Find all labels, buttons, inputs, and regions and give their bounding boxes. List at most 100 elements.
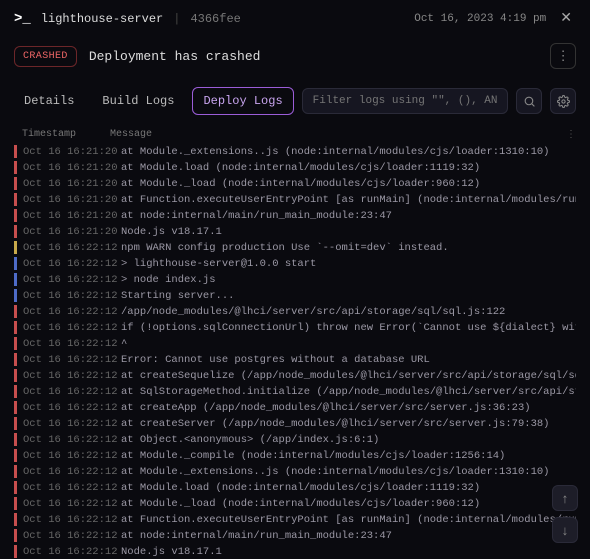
severity-stripe (14, 513, 17, 526)
log-row[interactable]: Oct 16 16:22:12 at Module._extensions..js… (14, 464, 576, 480)
log-message: if (!options.sqlConnectionUrl) throw new… (121, 321, 576, 335)
severity-stripe (14, 225, 17, 238)
log-row[interactable]: Oct 16 16:22:12Node.js v18.17.1 (14, 544, 576, 559)
log-message: /app/node_modules/@lhci/server/src/api/s… (121, 305, 576, 319)
log-row[interactable]: Oct 16 16:22:12 > node index.js (14, 272, 576, 288)
log-message: at Function.executeUserEntryPoint [as ru… (121, 513, 576, 527)
log-row[interactable]: Oct 16 16:22:12 at node:internal/main/run… (14, 528, 576, 544)
scroll-up-button[interactable]: ↑ (552, 485, 578, 511)
log-timestamp: Oct 16 16:22:12 (23, 401, 115, 415)
severity-stripe (14, 337, 17, 350)
log-timestamp: Oct 16 16:22:12 (23, 481, 115, 495)
log-message: at Module.load (node:internal/modules/cj… (121, 161, 576, 175)
tab-deploy-logs[interactable]: Deploy Logs (192, 87, 293, 115)
divider: | (173, 12, 180, 26)
log-message: Starting server... (121, 289, 576, 303)
severity-stripe (14, 193, 17, 206)
log-timestamp: Oct 16 16:22:12 (23, 497, 115, 511)
log-row[interactable]: Oct 16 16:22:12at Function.executeUserEn… (14, 512, 576, 528)
log-message: Node.js v18.17.1 (121, 225, 576, 239)
severity-stripe (14, 273, 17, 286)
log-row[interactable]: Oct 16 16:22:12/app/node_modules/@lhci/s… (14, 304, 576, 320)
tab-build-logs[interactable]: Build Logs (92, 88, 184, 114)
log-row[interactable]: Oct 16 16:21:20at Module.load (node:inte… (14, 160, 576, 176)
tabs-row: Details Build Logs Deploy Logs (0, 81, 590, 125)
log-timestamp: Oct 16 16:22:12 (23, 529, 115, 543)
search-button[interactable] (516, 88, 542, 114)
log-message: Node.js v18.17.1 (121, 545, 576, 559)
log-message: > node index.js (121, 273, 576, 287)
severity-stripe (14, 241, 17, 254)
log-row[interactable]: Oct 16 16:21:20at Module._extensions..js… (14, 144, 576, 160)
scroll-down-button[interactable]: ↓ (552, 517, 578, 543)
log-message: at SqlStorageMethod.initialize (/app/nod… (121, 385, 576, 399)
severity-stripe (14, 369, 17, 382)
server-name[interactable]: lighthouse-server (41, 12, 163, 26)
severity-stripe (14, 433, 17, 446)
close-icon[interactable]: ✕ (556, 10, 576, 27)
terminal-icon: >_ (14, 11, 31, 27)
log-row[interactable]: Oct 16 16:22:12^ (14, 336, 576, 352)
log-timestamp: Oct 16 16:22:12 (23, 417, 115, 431)
severity-stripe (14, 449, 17, 462)
log-timestamp: Oct 16 16:22:12 (23, 241, 115, 255)
settings-button[interactable] (550, 88, 576, 114)
filter-input[interactable] (302, 88, 508, 114)
log-row[interactable]: Oct 16 16:21:20at Function.executeUserEn… (14, 192, 576, 208)
log-row[interactable]: Oct 16 16:21:20 at node:internal/main/run… (14, 208, 576, 224)
column-menu-icon[interactable]: ⋮ (566, 129, 576, 141)
log-row[interactable]: Oct 16 16:22:12Error: Cannot use postgre… (14, 352, 576, 368)
column-message: Message (110, 129, 576, 140)
log-message: at createSequelize (/app/node_modules/@l… (121, 369, 576, 383)
log-row[interactable]: Oct 16 16:22:12at Module._compile (node:… (14, 448, 576, 464)
log-message: at createApp (/app/node_modules/@lhci/se… (121, 401, 576, 415)
commit-hash[interactable]: 4366fee (190, 12, 240, 26)
status-message: Deployment has crashed (89, 49, 261, 64)
log-row[interactable]: Oct 16 16:22:12 npm WARN config productio… (14, 240, 576, 256)
column-timestamp: Timestamp (22, 129, 102, 140)
log-row[interactable]: Oct 16 16:21:20 Node.js v18.17.1 (14, 224, 576, 240)
more-menu-button[interactable]: ⋮ (550, 43, 576, 69)
log-message: npm WARN config production Use `--omit=d… (121, 241, 576, 255)
severity-stripe (14, 385, 17, 398)
log-row[interactable]: Oct 16 16:22:12 if (!options.sqlConnectio… (14, 320, 576, 336)
log-message: at Module._extensions..js (node:internal… (121, 465, 576, 479)
log-list[interactable]: Oct 16 16:21:20 at Module._extensions..js… (0, 144, 590, 559)
log-row[interactable]: Oct 16 16:22:12at createServer (/app/nod… (14, 416, 576, 432)
severity-stripe (14, 497, 17, 510)
log-columns: Timestamp Message ⋮ (0, 125, 590, 144)
severity-stripe (14, 257, 17, 270)
severity-stripe (14, 177, 17, 190)
log-timestamp: Oct 16 16:21:20 (23, 225, 115, 239)
log-timestamp: Oct 16 16:21:20 (23, 145, 115, 159)
log-timestamp: Oct 16 16:22:12 (23, 321, 115, 335)
log-message: at node:internal/main/run_main_module:23… (121, 209, 576, 223)
log-message: at Module._compile (node:internal/module… (121, 449, 576, 463)
log-message: at Module.load (node:internal/modules/cj… (121, 481, 576, 495)
log-row[interactable]: Oct 16 16:22:12> lighthouse-server@1.0.0… (14, 256, 576, 272)
log-row[interactable]: Oct 16 16:22:12at Module._load (node:int… (14, 496, 576, 512)
log-row[interactable]: Oct 16 16:22:12 at Module.load (node:inte… (14, 480, 576, 496)
log-message: at node:internal/main/run_main_module:23… (121, 529, 576, 543)
log-timestamp: Oct 16 16:22:12 (23, 273, 115, 287)
log-message: at Object.<anonymous> (/app/index.js:6:1… (121, 433, 576, 447)
log-row[interactable]: Oct 16 16:22:12Starting server... (14, 288, 576, 304)
log-timestamp: Oct 16 16:22:12 (23, 353, 115, 367)
log-timestamp: Oct 16 16:22:12 (23, 305, 115, 319)
log-timestamp: Oct 16 16:22:12 (23, 465, 115, 479)
tab-details[interactable]: Details (14, 88, 84, 114)
deploy-datetime: Oct 16, 2023 4:19 pm (414, 13, 546, 25)
log-row[interactable]: Oct 16 16:22:12 at SqlStorageMethod.initi… (14, 384, 576, 400)
log-row[interactable]: Oct 16 16:22:12at createSequelize (/app/… (14, 368, 576, 384)
log-timestamp: Oct 16 16:22:12 (23, 385, 115, 399)
log-row[interactable]: Oct 16 16:21:20at Module._load (node:int… (14, 176, 576, 192)
severity-stripe (14, 465, 17, 478)
log-timestamp: Oct 16 16:21:20 (23, 209, 115, 223)
severity-stripe (14, 545, 17, 558)
log-message: ^ (121, 337, 576, 351)
log-row[interactable]: Oct 16 16:22:12 at createApp (/app/node_m… (14, 400, 576, 416)
arrow-down-icon: ↓ (562, 523, 569, 538)
dots-vertical-icon: ⋮ (556, 48, 569, 64)
status-badge: CRASHED (14, 46, 77, 67)
log-row[interactable]: Oct 16 16:22:12at Object.<anonymous> (/a… (14, 432, 576, 448)
